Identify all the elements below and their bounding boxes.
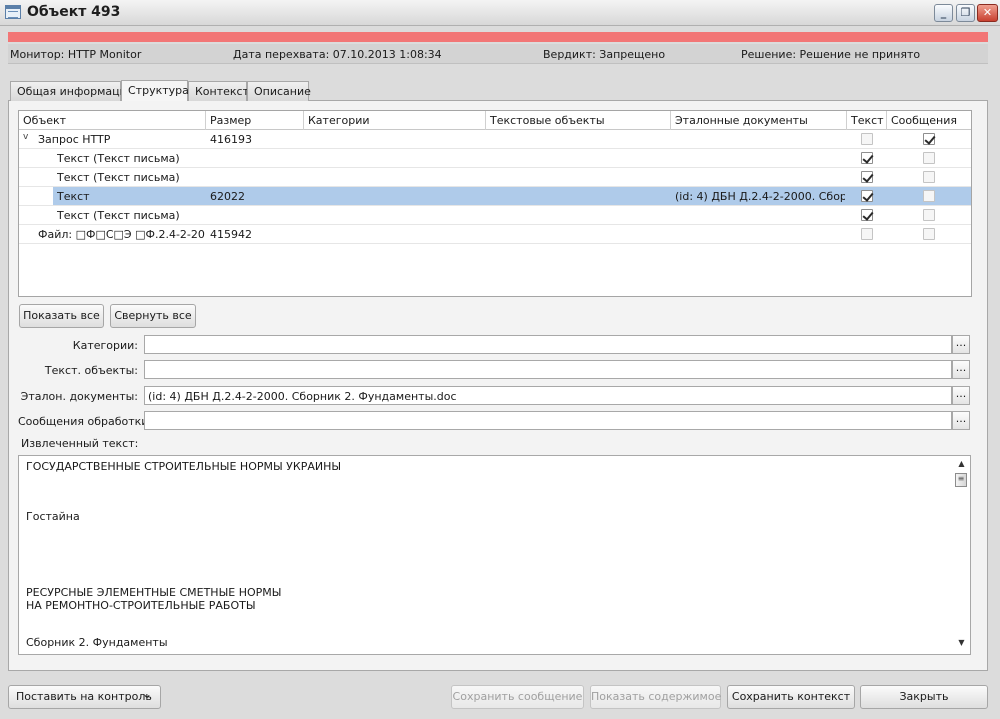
row-size: 62022: [210, 190, 245, 203]
text-objects-browse-button[interactable]: ...: [952, 360, 970, 379]
messages-checkbox[interactable]: [923, 190, 935, 202]
extracted-text-scrollbar[interactable]: ▲ ≡ ▼: [953, 456, 970, 654]
tab-structure[interactable]: Структура: [121, 80, 189, 101]
decision-text: Решение: Решение не принято: [741, 48, 921, 61]
window-title: Объект 493: [27, 4, 121, 20]
close-window-button[interactable]: ✕: [977, 4, 998, 22]
date-text: Дата перехвата: 07.10.2013 1:08:34: [233, 48, 442, 61]
title-bar: Объект 493 _ ❐ ✕: [0, 0, 1000, 26]
structure-tree[interactable]: Объект Размер Категории Текстовые объект…: [18, 110, 972, 297]
text-checkbox[interactable]: [861, 133, 873, 145]
monitor-text: Монитор: HTTP Monitor: [10, 48, 142, 61]
text-checkbox[interactable]: [861, 228, 873, 240]
categories-field[interactable]: [144, 335, 952, 354]
processing-messages-field[interactable]: [144, 411, 952, 430]
messages-checkbox[interactable]: [923, 171, 935, 183]
column-header-text-objects[interactable]: Текстовые объекты: [486, 111, 671, 130]
categories-browse-button[interactable]: ...: [952, 335, 970, 354]
column-header-text[interactable]: Текст: [847, 111, 887, 130]
tab-context[interactable]: Контекст: [188, 81, 249, 101]
row-object: Текст: [57, 190, 90, 203]
text-objects-label: Текст. объекты:: [44, 364, 138, 377]
expand-arrow-icon[interactable]: v: [23, 132, 28, 142]
maximize-button[interactable]: ❐: [956, 4, 975, 22]
tree-row[interactable]: Текст (Текст письма): [19, 149, 971, 168]
tree-row[interactable]: v Запрос HTTP 416193: [19, 130, 971, 149]
put-on-control-label: Поставить на контроль: [16, 690, 152, 703]
show-content-button[interactable]: Показать содержимое: [590, 685, 721, 709]
chevron-down-icon: ⌄: [141, 687, 152, 701]
extracted-text-line: НА РЕМОНТНО-СТРОИТЕЛЬНЫЕ РАБОТЫ: [26, 599, 256, 612]
text-checkbox[interactable]: [861, 152, 873, 164]
row-object: Текст (Текст письма): [57, 209, 180, 222]
verdict-text: Вердикт: Запрещено: [543, 48, 666, 61]
text-checkbox[interactable]: [861, 171, 873, 183]
tab-general[interactable]: Общая информация: [10, 81, 133, 101]
column-header-messages[interactable]: Сообщения: [887, 111, 971, 130]
info-line: Монитор: HTTP Monitor Дата перехвата: 07…: [8, 44, 988, 64]
scroll-down-icon[interactable]: ▼: [953, 638, 970, 652]
row-ref-docs: (id: 4) ДБН Д.2.4-2-2000. Сборн...: [675, 190, 845, 203]
show-all-button[interactable]: Показать все: [19, 304, 104, 328]
extracted-text-area[interactable]: ГОСУДАРСТВЕННЫЕ СТРОИТЕЛЬНЫЕ НОРМЫ УКРАИ…: [18, 455, 971, 655]
row-size: 416193: [210, 133, 252, 146]
categories-label: Категории:: [72, 339, 138, 352]
ref-docs-browse-button[interactable]: ...: [952, 386, 970, 405]
processing-messages-label: Сообщения обработки:: [18, 415, 153, 428]
tree-header: Объект Размер Категории Текстовые объект…: [19, 111, 971, 130]
extracted-text-line: Гостайна: [26, 510, 80, 523]
text-objects-field[interactable]: [144, 360, 952, 379]
messages-checkbox[interactable]: [923, 209, 935, 221]
close-button[interactable]: Закрыть: [860, 685, 988, 709]
messages-checkbox[interactable]: [923, 133, 935, 145]
extracted-text-line: РЕСУРСНЫЕ ЭЛЕМЕНТНЫЕ СМЕТНЫЕ НОРМЫ: [26, 586, 282, 599]
row-object: Текст (Текст письма): [57, 152, 180, 165]
save-context-button[interactable]: Сохранить контекст: [727, 685, 855, 709]
extracted-text-label: Извлеченный текст:: [21, 437, 139, 450]
tab-description[interactable]: Описание: [247, 81, 311, 101]
row-size: 415942: [210, 228, 252, 241]
messages-checkbox[interactable]: [923, 228, 935, 240]
text-checkbox[interactable]: [861, 209, 873, 221]
tree-row-selected[interactable]: Текст 62022 (id: 4) ДБН Д.2.4-2-2000. Сб…: [19, 187, 971, 206]
verdict-color-strip: [8, 32, 988, 42]
tree-row[interactable]: Текст (Текст письма): [19, 206, 971, 225]
scroll-thumb[interactable]: ≡: [955, 473, 967, 487]
row-object: Запрос HTTP: [38, 133, 111, 146]
processing-messages-browse-button[interactable]: ...: [952, 411, 970, 430]
tree-row[interactable]: Файл: □Ф□С□Э □Ф.2.4-2-20... 415942: [19, 225, 971, 244]
window-icon: [5, 5, 21, 19]
extracted-text-line: Сборник 2. Фундаменты: [26, 636, 168, 649]
ref-docs-field[interactable]: (id: 4) ДБН Д.2.4-2-2000. Сборник 2. Фун…: [144, 386, 952, 405]
extracted-text-line: ГОСУДАРСТВЕННЫЕ СТРОИТЕЛЬНЫЕ НОРМЫ УКРАИ…: [26, 460, 342, 473]
column-header-size[interactable]: Размер: [206, 111, 304, 130]
column-header-object[interactable]: Объект: [19, 111, 206, 130]
column-header-ref-docs[interactable]: Эталонные документы: [671, 111, 847, 130]
minimize-button[interactable]: _: [934, 4, 953, 22]
collapse-all-button[interactable]: Свернуть все: [110, 304, 196, 328]
messages-checkbox[interactable]: [923, 152, 935, 164]
row-object: Файл: □Ф□С□Э □Ф.2.4-2-20...: [38, 228, 206, 241]
put-on-control-button[interactable]: Поставить на контроль ⌄: [8, 685, 161, 709]
column-header-categories[interactable]: Категории: [304, 111, 486, 130]
text-checkbox[interactable]: [861, 190, 873, 202]
scroll-up-icon[interactable]: ▲: [953, 459, 970, 473]
tree-row[interactable]: Текст (Текст письма): [19, 168, 971, 187]
ref-docs-label: Эталон. документы:: [20, 390, 138, 403]
save-message-button[interactable]: Сохранить сообщение: [451, 685, 584, 709]
row-object: Текст (Текст письма): [57, 171, 180, 184]
